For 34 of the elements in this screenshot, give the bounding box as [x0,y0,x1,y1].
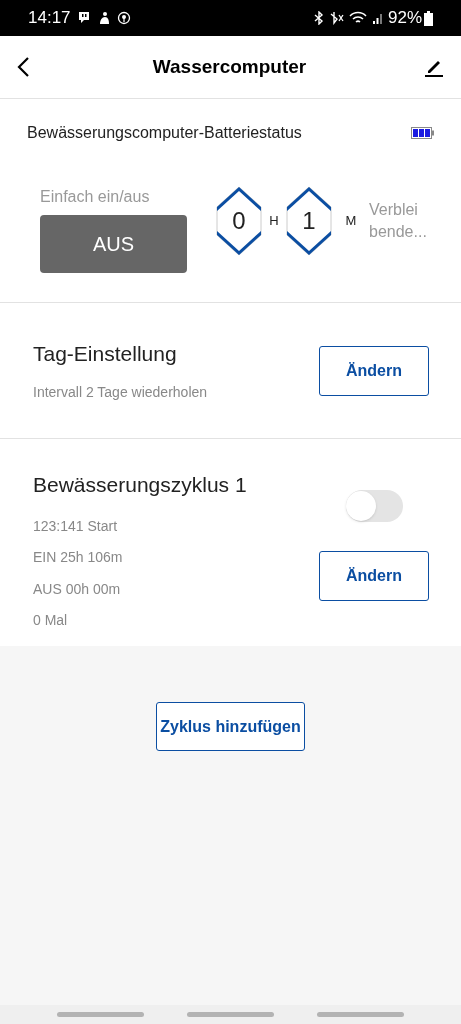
power-button[interactable]: AUS [40,215,187,273]
wifi-icon [348,11,367,25]
page-title: Wassercomputer [151,54,308,79]
navigation-bar-handle[interactable] [187,1012,274,1017]
cycle-title: Bewässerungszyklus 1 [33,472,248,498]
clock: 14:17 [28,7,71,30]
change-button[interactable]: Ändern [319,345,429,396]
section-title: Tag-Einstellung [33,341,178,368]
battery-icon [424,10,433,26]
cycle-detail: EIN 25h 106m [33,548,124,567]
cycle-detail: 0 Mal [33,611,69,630]
time-digit-display: 1 [285,185,333,257]
battery-percentage: 92% [387,7,422,30]
cycle-detail: 123:141 Start [33,516,119,536]
battery-status-label: Bewässerungscomputer-Batteriestatus [27,123,303,143]
remaining-label: Verblei bende... [369,200,428,242]
switch-label: Einfach ein/aus [40,187,151,207]
chat-icon [76,11,91,25]
bluetooth-icon [312,11,325,25]
change-button[interactable]: Ändern [319,551,429,601]
signal-icon [371,11,384,25]
time-digit-display: 0 [215,185,263,257]
navigation-bar-handle[interactable] [317,1012,404,1017]
toggle-switch[interactable] [345,490,403,522]
navigation-bar-handle[interactable] [57,1012,144,1017]
battery-level-icon [411,127,434,139]
pin-icon [116,11,131,25]
mute-icon [329,11,344,25]
hours-unit: H [268,212,280,231]
back-icon [16,56,30,78]
cycle-detail: AUS 00h 00m [33,579,122,599]
interval-text: Intervall 2 Tage wiederholen [33,382,209,402]
add-cycle-button[interactable]: Zyklus hinzufügen [156,702,305,751]
minutes-unit: M [344,212,358,231]
